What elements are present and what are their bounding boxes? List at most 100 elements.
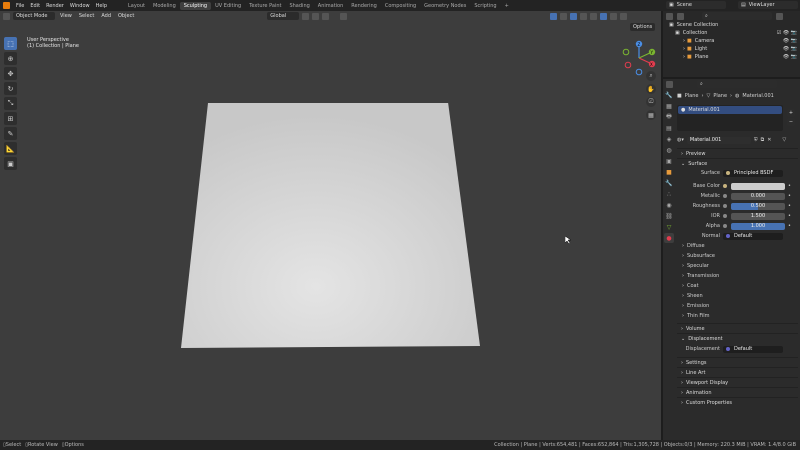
menu-render[interactable]: Render [43, 3, 67, 9]
world-tab-icon[interactable]: ◍ [664, 145, 674, 155]
physics-tab-icon[interactable]: ◉ [664, 200, 674, 210]
annotate-tool[interactable]: ✎ [4, 127, 17, 140]
view-layer-selector[interactable]: ▤ ViewLayer [738, 1, 798, 9]
scene-tab-icon[interactable]: ◈ [664, 134, 674, 144]
keyframe-dot-icon[interactable]: • [788, 193, 791, 199]
panel-volume[interactable]: › Volume [677, 323, 798, 333]
subpanel-diffuse[interactable]: › Diffuse [677, 241, 798, 251]
material-tab-icon[interactable]: ● [664, 233, 674, 243]
move-tool[interactable]: ✥ [4, 67, 17, 80]
material-shading-icon[interactable] [610, 12, 618, 20]
pan-hand-icon[interactable]: ✋ [646, 84, 656, 94]
add-slot-button[interactable]: + [787, 109, 795, 117]
menu-window[interactable]: Window [67, 3, 93, 9]
xray-icon[interactable] [580, 12, 588, 20]
transform-orientation-dropdown[interactable]: Global [267, 12, 300, 20]
roughness-slider[interactable]: 0.500 [731, 202, 785, 210]
tab-animation[interactable]: Animation [314, 2, 348, 10]
panel-custom-properties[interactable]: › Custom Properties [677, 397, 798, 407]
modifier-tab-icon[interactable]: 🔧 [664, 178, 674, 188]
alpha-slider[interactable]: 1.000 [731, 222, 785, 230]
tree-row-scene-collection[interactable]: ▣ Scene Collection [663, 21, 800, 29]
object-tab-icon[interactable]: ■ [664, 167, 674, 177]
displacement-input[interactable]: Default [723, 345, 783, 353]
overlays-icon[interactable] [570, 12, 578, 20]
tree-row-plane[interactable]: › ■ Plane 👁 📷 [663, 53, 800, 61]
metallic-slider[interactable]: 0.000 [731, 192, 785, 200]
tab-uv-editing[interactable]: UV Editing [211, 2, 245, 10]
visibility-icon[interactable] [560, 12, 568, 20]
surface-shader-dropdown[interactable]: Principled BSDF [723, 169, 783, 177]
chevron-right-icon[interactable]: › [683, 38, 685, 44]
material-slot-row[interactable]: ● Material.001 [678, 106, 782, 114]
tab-texture-paint[interactable]: Texture Paint [245, 2, 285, 10]
panel-displacement[interactable]: ⌄ Displacement [677, 333, 798, 343]
measure-tool[interactable]: 📐 [4, 142, 17, 155]
zoom-icon[interactable]: ⌕ [646, 71, 656, 81]
display-mode-icon[interactable] [677, 12, 684, 20]
outliner-editor-icon[interactable] [666, 12, 673, 20]
tab-sculpting[interactable]: Sculpting [179, 1, 212, 10]
subpanel-coat[interactable]: › Coat [677, 281, 798, 291]
tab-geometry-nodes[interactable]: Geometry Nodes [420, 2, 470, 10]
constraints-tab-icon[interactable]: ⛓ [664, 211, 674, 221]
subpanel-subsurface[interactable]: › Subsurface [677, 251, 798, 261]
panel-viewport-display[interactable]: › Viewport Display [677, 377, 798, 387]
rendered-shading-icon[interactable] [620, 12, 628, 20]
perspective-toggle-icon[interactable]: ▦ [646, 110, 656, 120]
mode-dropdown[interactable]: Object Mode [13, 12, 55, 20]
render-tab-icon[interactable]: ▦ [664, 101, 674, 111]
visibility-checkbox-icon[interactable]: ☑ 👁 📷 [777, 30, 797, 36]
panel-line-art[interactable]: › Line Art [677, 367, 798, 377]
subpanel-sheen[interactable]: › Sheen [677, 291, 798, 301]
collection-tab-icon[interactable]: ▣ [664, 156, 674, 166]
add-workspace-button[interactable]: + [501, 2, 513, 10]
menu-add[interactable]: Add [99, 13, 113, 19]
keyframe-dot-icon[interactable]: • [788, 203, 791, 209]
data-tab-icon[interactable]: ▽ [664, 222, 674, 232]
menu-file[interactable]: File [13, 3, 27, 9]
eye-icon[interactable]: 👁 📷 [783, 38, 797, 44]
chevron-right-icon[interactable]: › [683, 54, 685, 60]
keyframe-dot-icon[interactable]: • [788, 223, 791, 229]
wireframe-shading-icon[interactable] [590, 12, 598, 20]
subpanel-specular[interactable]: › Specular [677, 261, 798, 271]
gizmo-toggle-icon[interactable] [550, 12, 558, 20]
properties-editor-icon[interactable] [666, 80, 673, 88]
normal-input[interactable]: Default [723, 232, 783, 240]
keyframe-dot-icon[interactable]: • [788, 213, 791, 219]
tab-modeling[interactable]: Modeling [149, 2, 180, 10]
menu-object[interactable]: Object [116, 13, 136, 19]
panel-animation[interactable]: › Animation [677, 387, 798, 397]
add-cube-tool[interactable]: ▣ [4, 157, 17, 170]
proportional-edit-icon[interactable] [322, 12, 330, 20]
snap-icon[interactable] [312, 12, 320, 20]
rotate-tool[interactable]: ↻ [4, 82, 17, 95]
transform-tool[interactable]: ⊞ [4, 112, 17, 125]
base-color-swatch[interactable] [731, 182, 785, 190]
pivot-icon[interactable] [302, 12, 310, 20]
output-tab-icon[interactable]: 🖶 [664, 112, 674, 122]
cursor-tool[interactable]: ⊕ [4, 52, 17, 65]
scene-selector[interactable]: ▣ Scene [666, 1, 726, 9]
keyframe-dot-icon[interactable]: • [788, 183, 791, 189]
tab-shading[interactable]: Shading [285, 2, 313, 10]
tree-row-light[interactable]: › ■ Light 👁 📷 [663, 45, 800, 53]
3d-viewport[interactable]: Object Mode View Select Add Object Globa… [0, 11, 661, 440]
close-icon[interactable]: ✕ [767, 137, 771, 143]
duplicate-icon[interactable]: ⧉ [761, 137, 765, 143]
shield-icon[interactable]: ⛨ [754, 137, 758, 143]
ior-field[interactable]: 1.500 [731, 212, 785, 220]
eye-icon[interactable]: 👁 📷 [783, 54, 797, 60]
remove-slot-button[interactable]: − [787, 118, 795, 126]
chevron-right-icon[interactable]: › [683, 46, 685, 52]
properties-search-input[interactable]: ⌕ [697, 80, 777, 88]
tree-row-collection[interactable]: ▣ Collection ☑ 👁 📷 [663, 29, 800, 37]
panel-surface[interactable]: ⌄ Surface [677, 158, 798, 168]
material-browse-icon[interactable]: ◍▾ [677, 137, 684, 143]
filter-icon[interactable]: ▽ [782, 137, 786, 143]
menu-view[interactable]: View [58, 13, 74, 19]
panel-preview[interactable]: › Preview [677, 148, 798, 158]
solid-shading-icon[interactable] [600, 12, 608, 20]
particles-tab-icon[interactable]: ∴ [664, 189, 674, 199]
